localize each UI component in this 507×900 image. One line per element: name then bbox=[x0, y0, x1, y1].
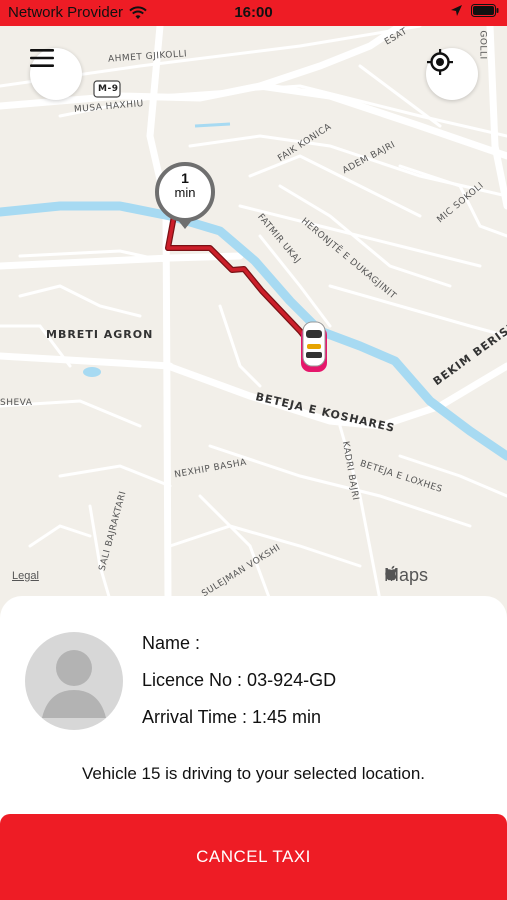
driver-info: Name : Licence No : 03-924-GD Arrival Ti… bbox=[142, 632, 336, 743]
apple-logo-icon bbox=[385, 565, 397, 581]
menu-button[interactable] bbox=[30, 48, 82, 100]
person-placeholder-icon bbox=[42, 650, 106, 718]
crosshair-icon bbox=[427, 49, 453, 75]
hamburger-menu-icon bbox=[30, 49, 54, 67]
street-label: SHEVA bbox=[0, 398, 33, 408]
taxi-tracking-screen: Network Provider 16:00 AHMET GJIKOLLI M-… bbox=[0, 0, 507, 900]
licence-number: Licence No : 03-924-GD bbox=[142, 670, 337, 690]
legal-link[interactable]: Legal bbox=[12, 570, 39, 582]
battery-icon bbox=[471, 4, 499, 17]
driver-name: Name : bbox=[142, 633, 201, 653]
maps-attribution: Maps bbox=[384, 565, 428, 586]
street-label: MBRETI AGRON bbox=[46, 328, 154, 341]
arrival-time: Arrival Time : 1:45 min bbox=[142, 707, 322, 727]
status-right bbox=[450, 4, 499, 17]
eta-bubble: 1 min bbox=[155, 162, 215, 222]
street-label: GOLLI bbox=[477, 30, 488, 60]
my-location-button[interactable] bbox=[426, 48, 478, 100]
eta-bubble-pointer bbox=[177, 219, 193, 229]
route-shield-label: M-9 bbox=[98, 84, 119, 94]
clock: 16:00 bbox=[234, 4, 273, 21]
location-arrow-icon bbox=[451, 5, 462, 16]
eta-value: 1 bbox=[181, 170, 189, 186]
taxi-car-icon[interactable] bbox=[301, 321, 327, 372]
eta-unit: min bbox=[174, 185, 196, 200]
cancel-taxi-button[interactable]: CANCEL TAXI bbox=[0, 814, 507, 900]
ride-status-message: Vehicle 15 is driving to your selected l… bbox=[81, 764, 426, 783]
driver-info-sheet: Name : Licence No : 03-924-GD Arrival Ti… bbox=[0, 596, 507, 900]
status-bar: Network Provider 16:00 bbox=[0, 0, 507, 26]
map-view[interactable]: AHMET GJIKOLLI M-9 MUSA HAXHIU FAIK KONI… bbox=[0, 26, 507, 600]
driver-avatar bbox=[25, 632, 123, 730]
